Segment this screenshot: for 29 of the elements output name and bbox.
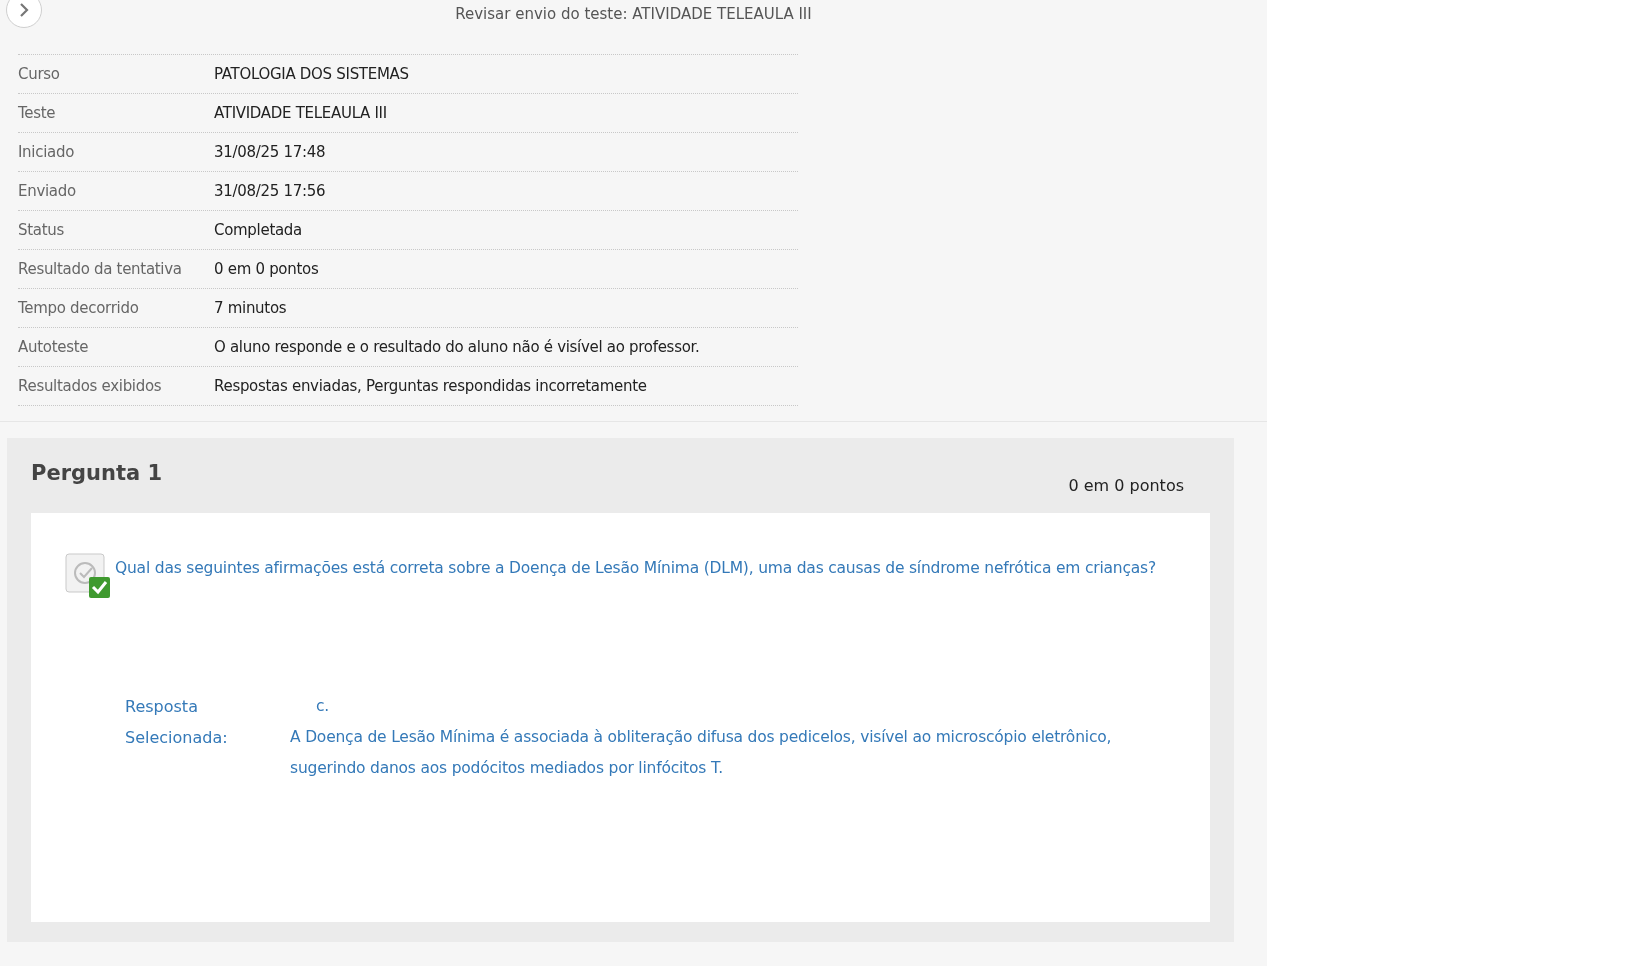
detail-value: Completada	[214, 219, 302, 241]
detail-value: 31/08/25 17:56	[214, 180, 326, 202]
detail-value: 7 minutos	[214, 297, 287, 319]
detail-value: PATOLOGIA DOS SISTEMAS	[214, 63, 409, 85]
detail-value: 0 em 0 pontos	[214, 258, 319, 280]
page-title: Revisar envio do teste: ATIVIDADE TELEAULA III	[455, 4, 812, 25]
chevron-right-icon	[18, 3, 30, 17]
detail-value: O aluno responde e o resultado do aluno não é visível ao professor.	[214, 336, 700, 358]
question-points: 0 em 0 pontos	[1068, 475, 1184, 497]
answer-label: Resposta	[125, 696, 199, 718]
detail-label: Tempo decorrido	[18, 297, 140, 319]
question-text: Qual das seguintes afirmações está correta sobre a Doença de Lesão Mínima (DLM), uma das causas de síndrome nefrótica em crianças?	[115, 558, 1156, 579]
detail-value: Respostas enviadas, Perguntas respondidas incorretamente	[214, 375, 647, 397]
detail-label: Resultado da tentativa	[18, 258, 183, 280]
expand-button[interactable]	[6, 0, 42, 28]
answer-letter: c.	[316, 696, 331, 717]
detail-label: Enviado	[18, 180, 77, 202]
detail-value: ATIVIDADE TELEAULA III	[214, 102, 387, 124]
question-title: Pergunta 1	[31, 460, 163, 487]
detail-label: Teste	[18, 102, 57, 124]
detail-label: Iniciado	[18, 141, 75, 163]
answer-label: Selecionada:	[125, 727, 229, 749]
detail-value: 31/08/25 17:48	[214, 141, 326, 163]
checked-document-icon	[65, 553, 111, 599]
detail-label: Autoteste	[18, 336, 90, 358]
answer-text: A Doença de Lesão Mínima é associada à obliteração difusa dos pedicelos, visível ao microscópio eletrônico, sugerindo danos aos podócitos mediados por linfócitos T.	[290, 727, 1113, 779]
detail-label: Resultados exibidos	[18, 375, 163, 397]
detail-label: Status	[18, 219, 65, 241]
detail-label: Curso	[18, 63, 61, 85]
